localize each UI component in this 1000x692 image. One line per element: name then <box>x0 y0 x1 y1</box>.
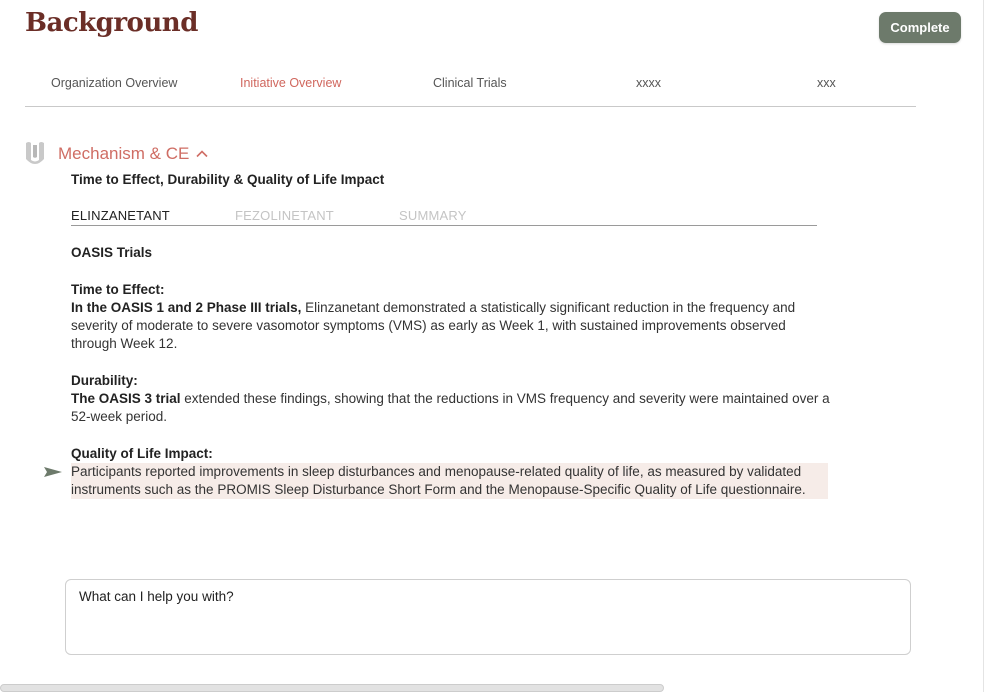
time-to-effect-text: In the OASIS 1 and 2 Phase III trials, E… <box>71 299 831 353</box>
drug-tabs: ELINZANETANT FEZOLINETANT SUMMARY <box>71 207 817 226</box>
durability-body: extended these findings, showing that th… <box>71 391 830 424</box>
scrollbar-track-vertical <box>983 0 984 692</box>
content-panel: OASIS Trials Time to Effect: In the OASI… <box>71 244 831 518</box>
durability-lead: The OASIS 3 trial <box>71 391 181 406</box>
quality-of-life-block: Quality of Life Impact: Participants rep… <box>71 445 831 499</box>
tab-elinzanetant[interactable]: ELINZANETANT <box>71 208 170 223</box>
scrollbar-horizontal[interactable] <box>0 684 664 692</box>
arrow-right-icon <box>44 467 62 477</box>
section-title: Mechanism & CE <box>58 144 190 163</box>
complete-button[interactable]: Complete <box>879 12 961 43</box>
chevron-up-icon <box>196 150 208 158</box>
chat-input-box[interactable] <box>65 579 911 655</box>
trials-heading: OASIS Trials <box>71 245 153 260</box>
time-to-effect-block: Time to Effect: In the OASIS 1 and 2 Pha… <box>71 281 831 353</box>
quality-of-life-heading: Quality of Life Impact: <box>71 446 213 461</box>
tab-xxx[interactable]: xxx <box>817 76 836 90</box>
time-to-effect-heading: Time to Effect: <box>71 282 165 297</box>
section-toggle[interactable]: Mechanism & CE <box>58 144 209 164</box>
tab-summary[interactable]: SUMMARY <box>399 208 467 223</box>
durability-text: The OASIS 3 trial extended these finding… <box>71 390 831 426</box>
page-title: Background <box>25 8 198 38</box>
tab-clinical-trials[interactable]: Clinical Trials <box>433 76 507 90</box>
quality-of-life-text: Participants reported improvements in sl… <box>71 463 828 499</box>
tab-fezolinetant[interactable]: FEZOLINETANT <box>235 208 334 223</box>
tab-initiative-overview[interactable]: Initiative Overview <box>240 76 341 90</box>
tab-organization-overview[interactable]: Organization Overview <box>51 76 177 90</box>
time-to-effect-lead: In the OASIS 1 and 2 Phase III trials, <box>71 300 302 315</box>
tab-xxxx[interactable]: xxxx <box>636 76 661 90</box>
top-tabs: Organization Overview Initiative Overvie… <box>25 70 916 107</box>
chat-input[interactable] <box>79 589 897 645</box>
shield-logo-icon <box>26 142 44 164</box>
durability-block: Durability: The OASIS 3 trial extended t… <box>71 372 831 426</box>
durability-heading: Durability: <box>71 373 138 388</box>
section-subtitle: Time to Effect, Durability & Quality of … <box>71 172 385 187</box>
